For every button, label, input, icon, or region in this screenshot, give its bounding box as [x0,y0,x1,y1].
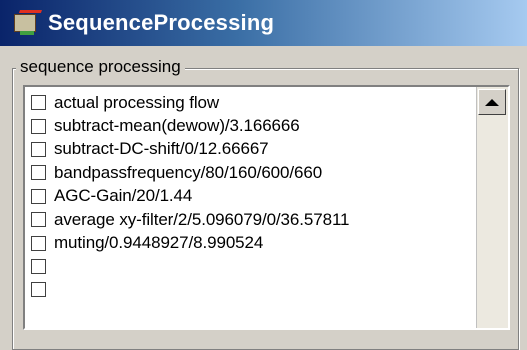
vertical-scrollbar[interactable] [476,87,508,328]
list-item[interactable] [31,255,479,278]
sequence-checklist[interactable]: actual processing flow subtract-mean(dewo… [23,85,510,330]
checkbox[interactable] [31,212,46,228]
list-item[interactable]: AGC-Gain/20/1.44 [31,185,479,208]
checkbox[interactable] [31,188,46,204]
list-item-label: subtract-DC-shift/0/12.66667 [54,139,269,159]
list-item[interactable]: average xy-filter/2/5.096079/0/36.57811 [31,208,479,231]
list-item-label: subtract-mean(dewow)/3.166666 [54,116,300,136]
list-item[interactable]: subtract-mean(dewow)/3.166666 [31,114,479,137]
window-title: SequenceProcessing [48,10,275,35]
list-item-label: actual processing flow [54,92,220,112]
checkbox[interactable] [31,258,46,274]
list-item[interactable]: subtract-DC-shift/0/12.66667 [31,138,479,161]
scroll-up-button[interactable] [478,89,506,115]
list-item[interactable]: actual processing flow [31,91,479,114]
checkbox[interactable] [31,282,46,298]
list-item[interactable]: muting/0.9448927/8.990524 [31,231,479,254]
checkbox[interactable] [31,118,46,134]
list-item-label: average xy-filter/2/5.096079/0/36.57811 [54,209,350,229]
checkbox[interactable] [31,165,46,181]
checkbox[interactable] [31,95,46,111]
list-item-label: bandpassfrequency/80/160/600/660 [54,162,323,182]
title-bar[interactable]: SequenceProcessing [0,0,527,46]
checkbox[interactable] [31,235,46,251]
list-item-label: AGC-Gain/20/1.44 [54,186,193,206]
list-items-container: actual processing flow subtract-mean(dewo… [31,91,479,302]
app-icon[interactable] [12,8,43,38]
triangle-up-icon [485,98,499,106]
checkbox[interactable] [31,141,46,157]
list-item[interactable]: bandpassfrequency/80/160/600/660 [31,161,479,184]
group-label: sequence processing [16,56,185,78]
list-item[interactable] [31,278,479,301]
list-item-label: muting/0.9448927/8.990524 [54,233,264,253]
